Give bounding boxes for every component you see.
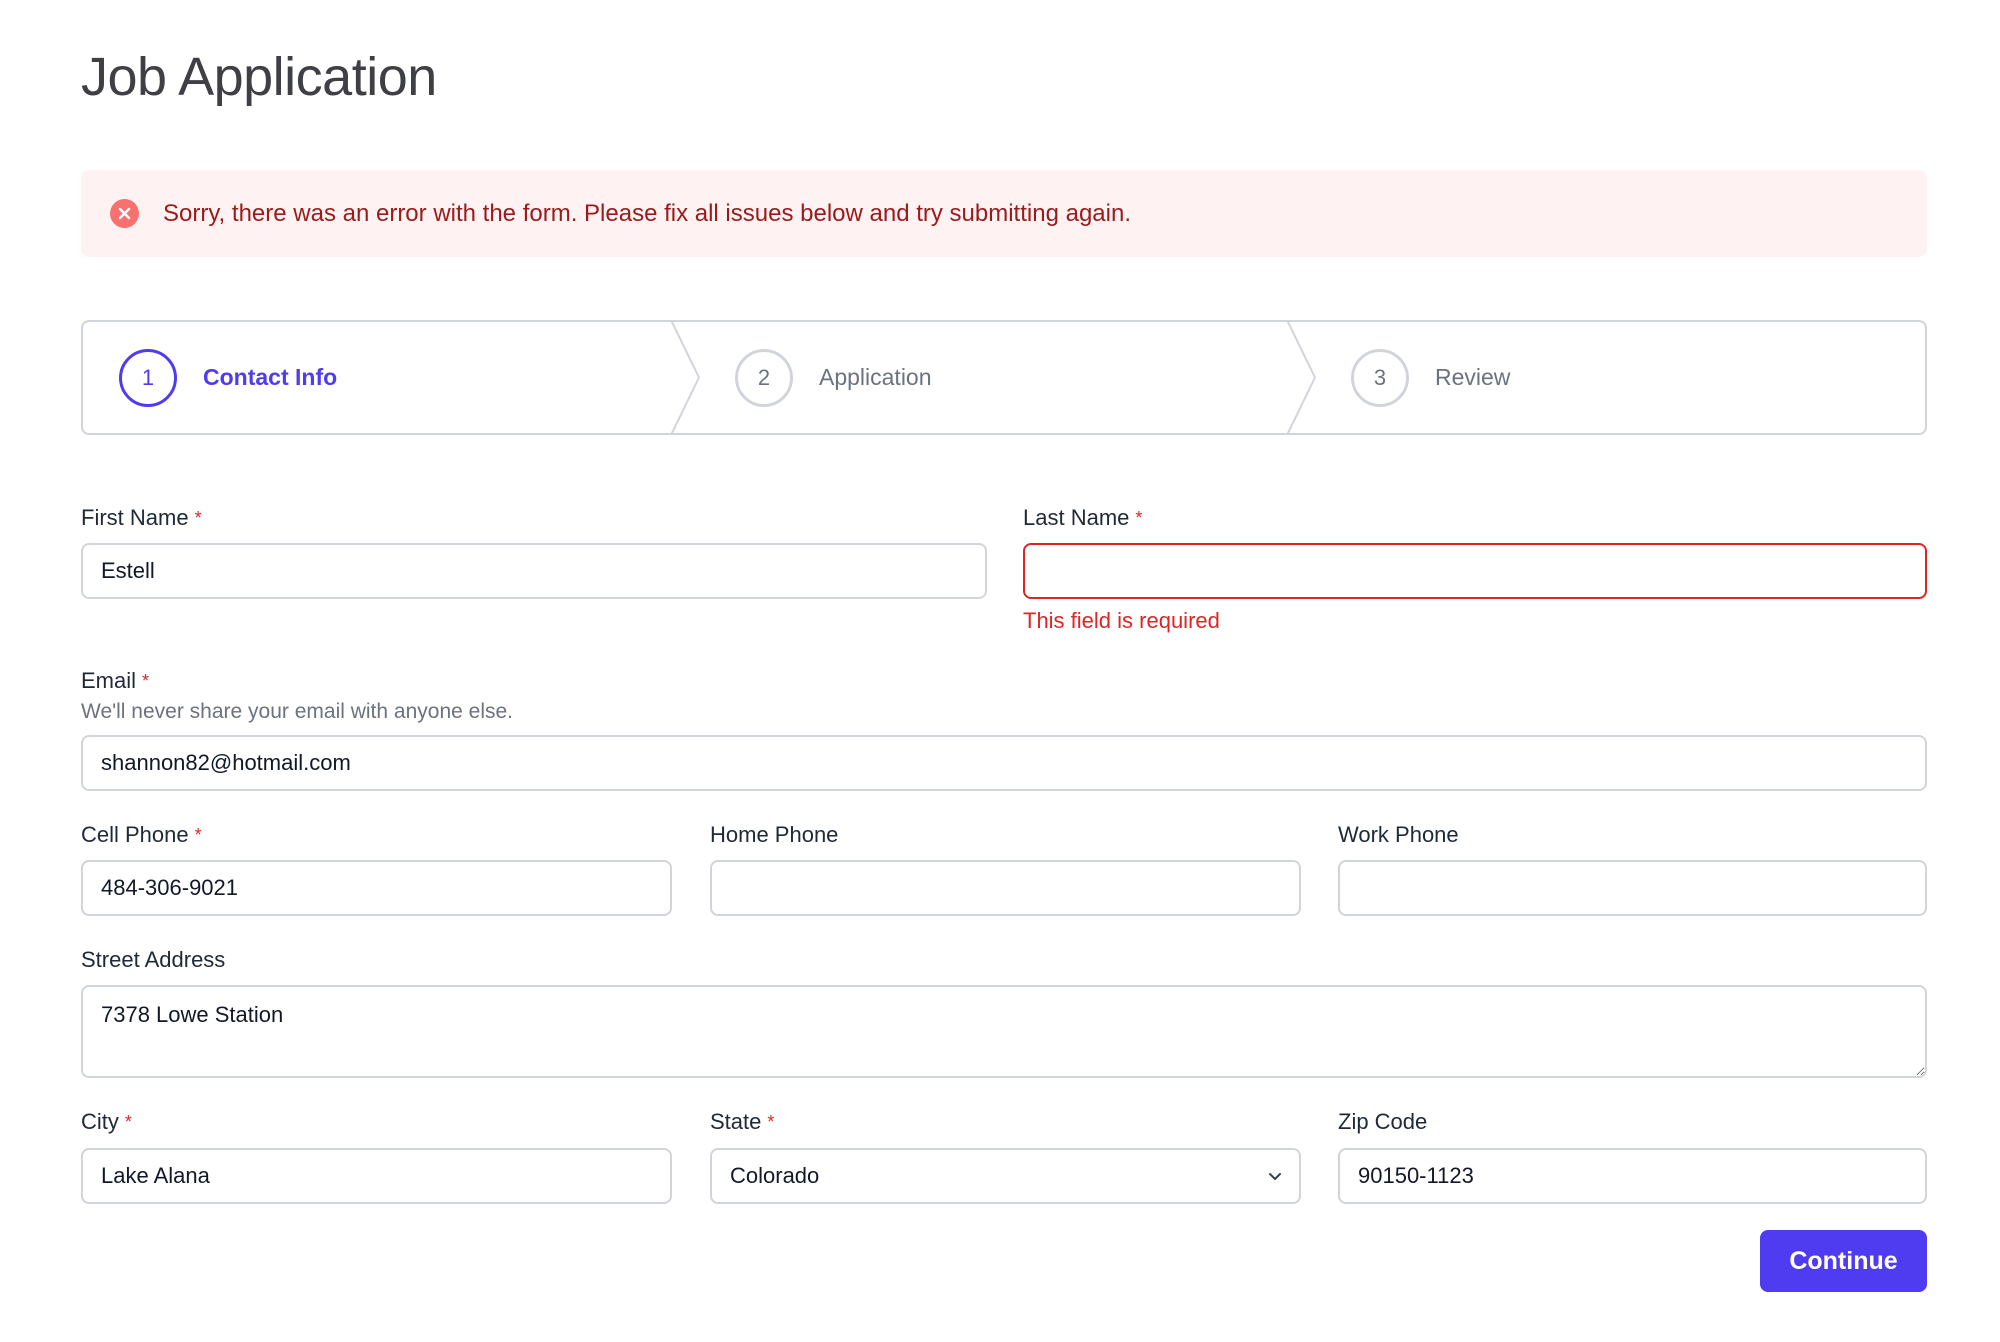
required-marker: * <box>194 825 202 845</box>
city-label: City * <box>81 1107 132 1137</box>
required-marker: * <box>767 1112 775 1132</box>
first-name-label: First Name * <box>81 503 202 533</box>
state-select-value: Colorado <box>730 1163 820 1188</box>
step-number: 1 <box>119 348 177 407</box>
email-help-text: We'll never share your email with anyone… <box>81 700 513 723</box>
step-application[interactable]: 2 Application <box>735 322 932 433</box>
required-marker: * <box>194 508 202 528</box>
email-label-text: Email <box>81 668 137 693</box>
step-divider-icon <box>1287 322 1317 433</box>
last-name-label: Last Name * <box>1023 503 1142 533</box>
email-input[interactable] <box>81 735 1927 791</box>
continue-button[interactable]: Continue <box>1760 1230 1927 1292</box>
state-label: State * <box>710 1107 774 1137</box>
first-name-input[interactable] <box>81 543 987 599</box>
home-phone-input[interactable] <box>710 860 1301 916</box>
cell-phone-label: Cell Phone * <box>81 820 202 850</box>
work-phone-label: Work Phone <box>1338 822 1459 847</box>
last-name-error: This field is required <box>1023 608 1220 633</box>
email-label: Email * <box>81 666 149 696</box>
step-number: 3 <box>1351 348 1409 407</box>
error-alert: Sorry, there was an error with the form.… <box>81 170 1927 257</box>
work-phone-input[interactable] <box>1338 860 1927 916</box>
step-contact-info[interactable]: 1 Contact Info <box>119 322 337 433</box>
required-marker: * <box>1135 508 1143 528</box>
chevron-down-icon <box>1269 1173 1281 1180</box>
x-circle-icon <box>110 199 139 228</box>
step-divider-icon <box>671 322 701 433</box>
street-address-label: Street Address <box>81 947 226 972</box>
cell-phone-label-text: Cell Phone <box>81 822 189 847</box>
step-label: Contact Info <box>203 364 338 390</box>
required-marker: * <box>142 671 150 691</box>
last-name-label-text: Last Name <box>1023 505 1130 530</box>
required-marker: * <box>124 1112 132 1132</box>
page-title: Job Application <box>81 47 437 107</box>
state-select[interactable]: Colorado <box>710 1148 1301 1204</box>
first-name-label-text: First Name <box>81 505 189 530</box>
progress-stepper: 1 Contact Info 2 Application 3 Review <box>81 320 1927 435</box>
street-address-textarea[interactable]: 7378 Lowe Station <box>81 985 1927 1078</box>
state-label-text: State <box>710 1109 762 1134</box>
step-review[interactable]: 3 Review <box>1351 322 1510 433</box>
zip-code-input[interactable] <box>1338 1148 1927 1204</box>
last-name-input[interactable] <box>1023 543 1927 599</box>
cell-phone-input[interactable] <box>81 860 672 916</box>
zip-code-label: Zip Code <box>1338 1109 1428 1134</box>
step-label: Application <box>819 364 932 390</box>
step-label: Review <box>1435 364 1511 390</box>
city-label-text: City <box>81 1109 119 1134</box>
step-number: 2 <box>735 348 793 407</box>
error-alert-message: Sorry, there was an error with the form.… <box>163 200 1131 227</box>
home-phone-label: Home Phone <box>710 822 839 847</box>
city-input[interactable] <box>81 1148 672 1204</box>
